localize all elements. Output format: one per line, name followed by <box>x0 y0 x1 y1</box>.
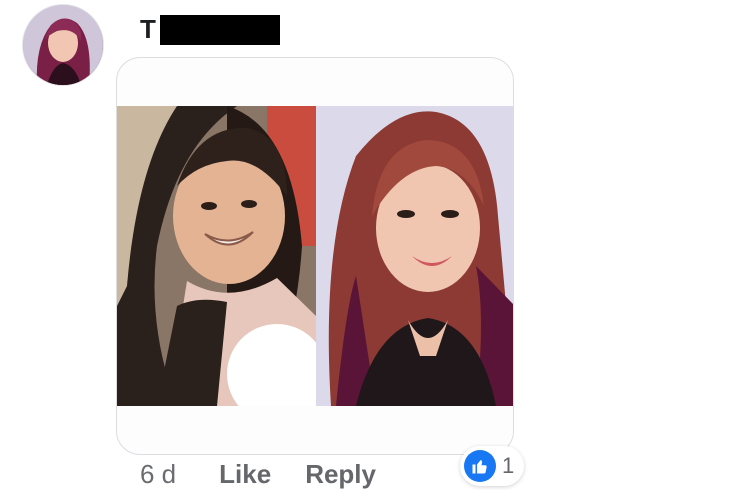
redaction-bar <box>159 14 280 45</box>
thumbs-up-icon <box>464 450 496 482</box>
photo-after-image <box>316 106 513 406</box>
photo-before[interactable] <box>117 106 316 406</box>
reply-button[interactable]: Reply <box>305 459 376 490</box>
comment-image-bubble[interactable] <box>116 57 514 455</box>
comment-timestamp[interactable]: 6 d <box>140 459 176 490</box>
reaction-summary[interactable]: 1 <box>460 446 525 486</box>
like-button[interactable]: Like <box>219 459 271 490</box>
avatar-image <box>23 5 103 85</box>
photo-before-image <box>117 106 316 406</box>
comment-author[interactable]: T <box>140 14 280 45</box>
avatar[interactable] <box>22 4 104 86</box>
photo-after[interactable] <box>316 106 513 406</box>
author-name[interactable]: T <box>140 14 156 45</box>
comment-meta: 6 d Like Reply <box>140 459 410 490</box>
reaction-count: 1 <box>502 453 515 478</box>
